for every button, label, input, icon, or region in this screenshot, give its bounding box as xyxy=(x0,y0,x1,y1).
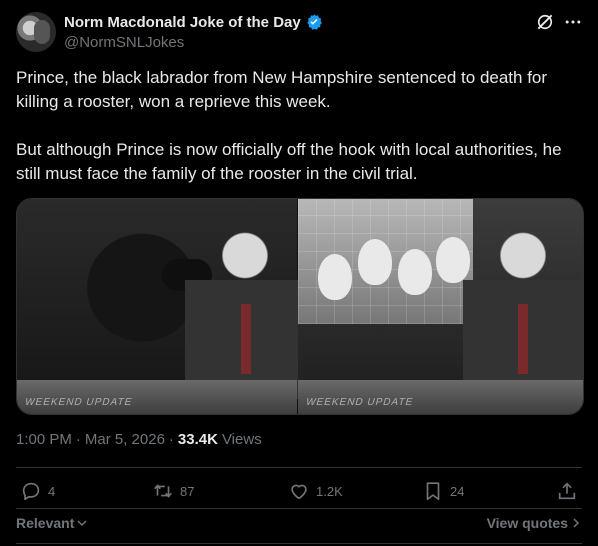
repost-icon xyxy=(154,484,172,498)
repost-button[interactable]: 87 xyxy=(152,480,194,502)
like-button[interactable]: 1.2K xyxy=(288,480,343,502)
anchor-tie-left xyxy=(241,304,251,374)
bookmark-button[interactable]: 24 xyxy=(422,480,464,502)
meta-separator: · xyxy=(75,431,81,448)
reply-button[interactable]: 4 xyxy=(20,480,55,502)
turkey-graphic xyxy=(398,249,432,295)
turkey-graphic xyxy=(318,254,352,300)
views-label[interactable]: Views xyxy=(222,431,262,448)
media-frame-dog: WEEKEND UPDATE xyxy=(17,199,305,414)
like-count: 1.2K xyxy=(316,483,343,499)
view-quotes-link[interactable]: View quotes xyxy=(487,515,582,531)
heart-icon xyxy=(291,484,307,500)
author-handle[interactable]: @NormSNLJokes xyxy=(64,34,184,51)
share-icon xyxy=(558,482,576,500)
news-desk-left: WEEKEND UPDATE xyxy=(17,380,297,414)
repost-count: 87 xyxy=(180,483,195,499)
desk-text-right: WEEKEND UPDATE xyxy=(304,397,415,408)
media-image[interactable]: WEEKEND UPDATE WEEKEND UPDATE xyxy=(16,198,584,415)
divider xyxy=(16,467,582,468)
reply-icon xyxy=(22,482,40,501)
verified-badge-icon xyxy=(307,14,322,30)
sort-relevant-button[interactable]: Relevant xyxy=(16,515,88,531)
author-name[interactable]: Norm Macdonald Joke of the Day xyxy=(64,14,301,31)
meta-separator: · xyxy=(168,431,174,448)
tweet-meta: 1:00 PM · Mar 5, 2026 · 33.4K Views xyxy=(16,431,262,448)
grok-icon[interactable] xyxy=(535,12,555,32)
author-name-row: Norm Macdonald Joke of the Day xyxy=(64,13,323,31)
tweet-text: Prince, the black labrador from New Hamp… xyxy=(16,68,562,183)
reply-count: 4 xyxy=(48,483,56,499)
desk-text-left: WEEKEND UPDATE xyxy=(23,397,134,408)
turkey-graphic xyxy=(358,239,392,285)
share-button[interactable] xyxy=(556,480,578,502)
divider xyxy=(16,543,582,544)
media-frame-turkeys: WEEKEND UPDATE xyxy=(298,199,583,414)
anchor-tie-right xyxy=(518,304,528,374)
more-options-icon[interactable] xyxy=(563,12,583,32)
chevron-right-icon xyxy=(573,518,580,528)
chevron-down-icon xyxy=(77,520,87,527)
action-bar: 4 87 1.2K 24 xyxy=(16,480,582,508)
views-count[interactable]: 33.4K xyxy=(178,431,218,448)
avatar[interactable] xyxy=(16,12,56,52)
bookmark-icon xyxy=(426,482,440,501)
view-quotes-label: View quotes xyxy=(486,515,568,531)
tweet-date[interactable]: Mar 5, 2026 xyxy=(85,431,165,448)
news-desk-right: WEEKEND UPDATE xyxy=(298,380,583,414)
bookmark-count: 24 xyxy=(450,483,465,499)
tweet-time[interactable]: 1:00 PM xyxy=(16,431,72,448)
divider xyxy=(16,508,582,509)
sort-label: Relevant xyxy=(16,515,75,531)
